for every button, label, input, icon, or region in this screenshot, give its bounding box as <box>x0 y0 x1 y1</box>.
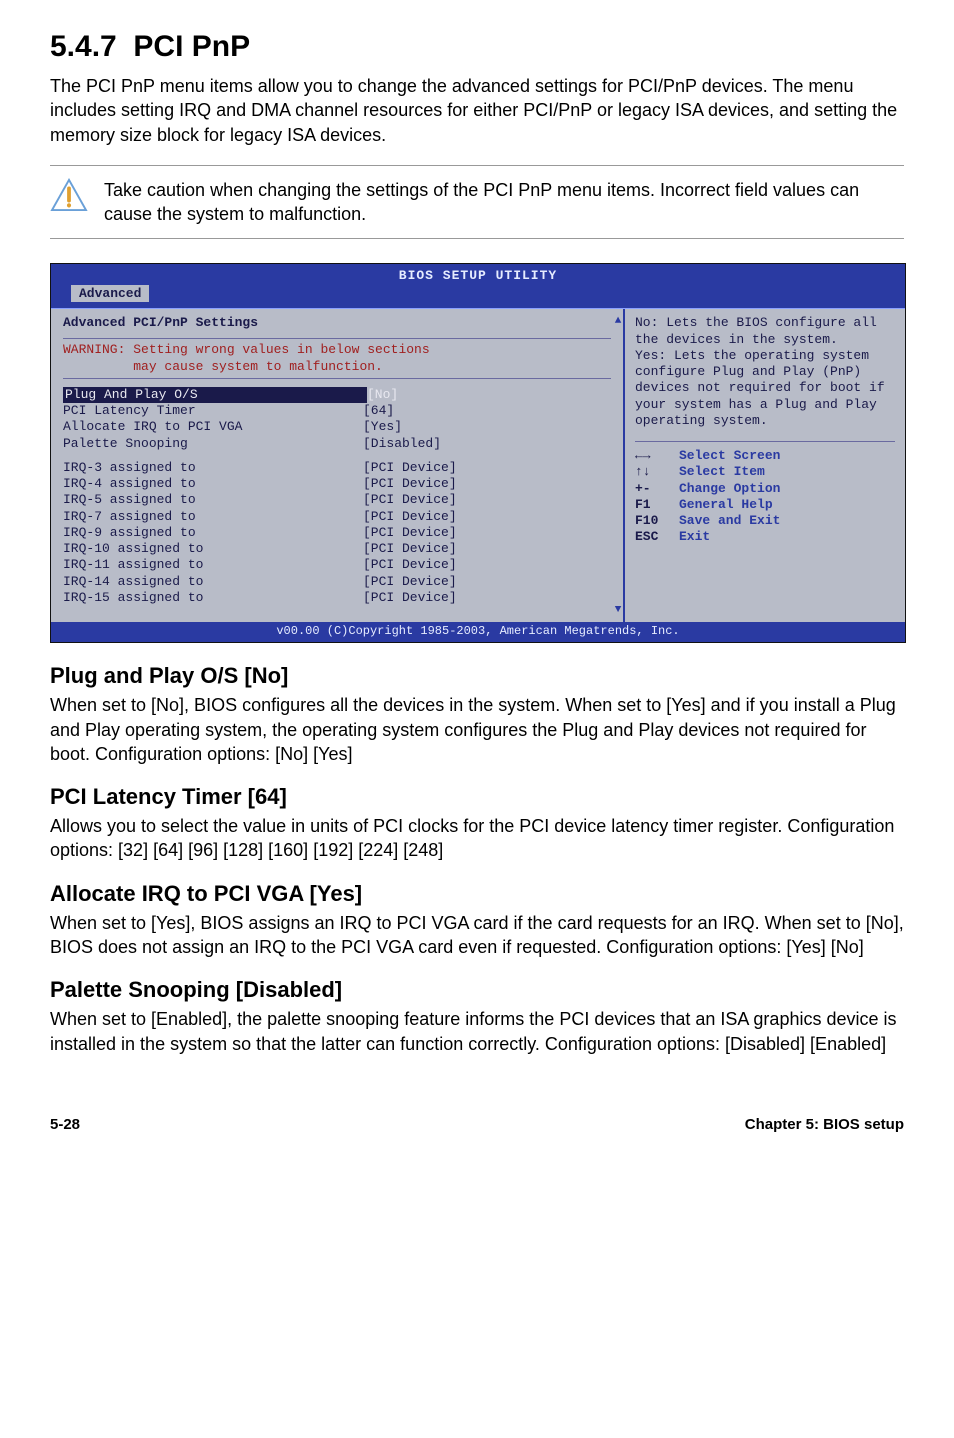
scroll-down-icon[interactable]: ▼ <box>615 604 622 616</box>
subsection-heading: PCI Latency Timer [64] <box>50 784 904 810</box>
bios-setting-label: IRQ-10 assigned to <box>63 541 363 557</box>
bios-setting-value[interactable]: [PCI Device] <box>363 460 611 476</box>
bios-key-desc: Save and Exit <box>679 513 780 529</box>
bios-help-panel: No: Lets the BIOS configure all the devi… <box>625 309 905 622</box>
subsection-body: When set to [Enabled], the palette snoop… <box>50 1007 904 1056</box>
bios-panel-title: Advanced PCI/PnP Settings <box>63 315 611 330</box>
scroll-up-icon[interactable]: ▲ <box>615 315 622 327</box>
bios-key-desc: Select Item <box>679 464 765 480</box>
bios-setting-row[interactable]: PCI Latency Timer [64] <box>63 403 611 419</box>
bios-setting-row[interactable]: IRQ-9 assigned to [PCI Device] <box>63 525 611 541</box>
subsection-body: Allows you to select the value in units … <box>50 814 904 863</box>
bios-key-desc: Change Option <box>679 481 780 497</box>
bios-setting-row[interactable]: Plug And Play O/S [No] <box>63 387 611 403</box>
bios-setting-value[interactable]: [PCI Device] <box>363 509 611 525</box>
bios-setting-value[interactable]: [PCI Device] <box>363 476 611 492</box>
section-number: 5.4.7 <box>50 30 117 63</box>
caution-note: Take caution when changing the settings … <box>50 165 904 240</box>
bios-setting-value[interactable]: [Disabled] <box>363 436 611 452</box>
bios-key: +- <box>635 481 679 497</box>
page-number: 5-28 <box>50 1116 80 1133</box>
caution-icon <box>50 178 88 212</box>
bios-key: F10 <box>635 513 679 529</box>
bios-setting-row[interactable]: IRQ-4 assigned to [PCI Device] <box>63 476 611 492</box>
bios-key-legend: ←→Select Screen↑↓Select Item+-Change Opt… <box>635 441 895 546</box>
bios-setting-label: IRQ-3 assigned to <box>63 460 363 476</box>
bios-setting-value[interactable]: [PCI Device] <box>363 557 611 573</box>
bios-setting-label: IRQ-15 assigned to <box>63 590 363 606</box>
bios-setting-row[interactable]: IRQ-3 assigned to [PCI Device] <box>63 460 611 476</box>
page-footer: 5-28 Chapter 5: BIOS setup <box>0 1104 954 1149</box>
subsection-heading: Plug and Play O/S [No] <box>50 663 904 689</box>
bios-window: BIOS SETUP UTILITY Advanced Advanced PCI… <box>50 263 906 643</box>
bios-help-text: No: Lets the BIOS configure all the devi… <box>635 315 895 429</box>
section-intro: The PCI PnP menu items allow you to chan… <box>50 74 904 147</box>
section-title: PCI PnP <box>133 30 250 63</box>
bios-tab-row: Advanced <box>51 285 905 308</box>
bios-setting-row[interactable]: IRQ-14 assigned to [PCI Device] <box>63 574 611 590</box>
bios-key-desc: Exit <box>679 529 710 545</box>
bios-setting-row[interactable]: IRQ-5 assigned to [PCI Device] <box>63 492 611 508</box>
bios-setting-label: Allocate IRQ to PCI VGA <box>63 419 363 435</box>
subsection-body: When set to [No], BIOS configures all th… <box>50 693 904 766</box>
bios-setting-row[interactable]: IRQ-7 assigned to [PCI Device] <box>63 509 611 525</box>
bios-setting-value[interactable]: [64] <box>363 403 611 419</box>
bios-setting-row[interactable]: IRQ-15 assigned to [PCI Device] <box>63 590 611 606</box>
bios-key-row: ESCExit <box>635 529 895 545</box>
bios-setting-label: IRQ-7 assigned to <box>63 509 363 525</box>
subsection-heading: Palette Snooping [Disabled] <box>50 977 904 1003</box>
bios-setting-label: IRQ-4 assigned to <box>63 476 363 492</box>
bios-setting-label: IRQ-14 assigned to <box>63 574 363 590</box>
bios-key: ESC <box>635 529 679 545</box>
subsection-heading: Allocate IRQ to PCI VGA [Yes] <box>50 881 904 907</box>
chapter-label: Chapter 5: BIOS setup <box>745 1116 904 1133</box>
bios-setting-row[interactable]: Allocate IRQ to PCI VGA [Yes] <box>63 419 611 435</box>
bios-setting-row[interactable]: IRQ-11 assigned to [PCI Device] <box>63 557 611 573</box>
bios-setting-label: IRQ-9 assigned to <box>63 525 363 541</box>
bios-tab-advanced[interactable]: Advanced <box>71 285 149 302</box>
bios-setting-row[interactable]: Palette Snooping [Disabled] <box>63 436 611 452</box>
bios-setting-label: IRQ-11 assigned to <box>63 557 363 573</box>
bios-key-row: F1General Help <box>635 497 895 513</box>
bios-footer: v00.00 (C)Copyright 1985-2003, American … <box>51 622 905 642</box>
subsection-body: When set to [Yes], BIOS assigns an IRQ t… <box>50 911 904 960</box>
bios-key: ↑↓ <box>635 464 679 480</box>
bios-warning: WARNING: Setting wrong values in below s… <box>63 338 611 379</box>
bios-key-row: +-Change Option <box>635 481 895 497</box>
bios-key-row: ←→Select Screen <box>635 448 895 464</box>
bios-title: BIOS SETUP UTILITY <box>51 264 905 285</box>
bios-setting-value[interactable]: [PCI Device] <box>363 590 611 606</box>
bios-setting-label: PCI Latency Timer <box>63 403 363 419</box>
bios-key: ←→ <box>635 448 679 464</box>
bios-scrollbar[interactable]: ▲ ▼ <box>611 309 625 622</box>
bios-setting-label: Palette Snooping <box>63 436 363 452</box>
bios-key-row: ↑↓Select Item <box>635 464 895 480</box>
bios-key-row: F10Save and Exit <box>635 513 895 529</box>
caution-text: Take caution when changing the settings … <box>104 178 904 227</box>
bios-setting-row[interactable]: IRQ-10 assigned to [PCI Device] <box>63 541 611 557</box>
bios-settings-panel: Advanced PCI/PnP Settings WARNING: Setti… <box>51 309 625 622</box>
bios-setting-value[interactable]: [PCI Device] <box>363 574 611 590</box>
section-heading: 5.4.7 PCI PnP <box>50 30 904 64</box>
bios-key-desc: Select Screen <box>679 448 780 464</box>
bios-setting-label: IRQ-5 assigned to <box>63 492 363 508</box>
bios-key: F1 <box>635 497 679 513</box>
bios-setting-value[interactable]: [No] <box>367 387 611 403</box>
bios-setting-label: Plug And Play O/S <box>63 387 367 403</box>
bios-setting-value[interactable]: [PCI Device] <box>363 525 611 541</box>
bios-setting-value[interactable]: [PCI Device] <box>363 492 611 508</box>
bios-key-desc: General Help <box>679 497 773 513</box>
bios-setting-value[interactable]: [PCI Device] <box>363 541 611 557</box>
bios-setting-value[interactable]: [Yes] <box>363 419 611 435</box>
